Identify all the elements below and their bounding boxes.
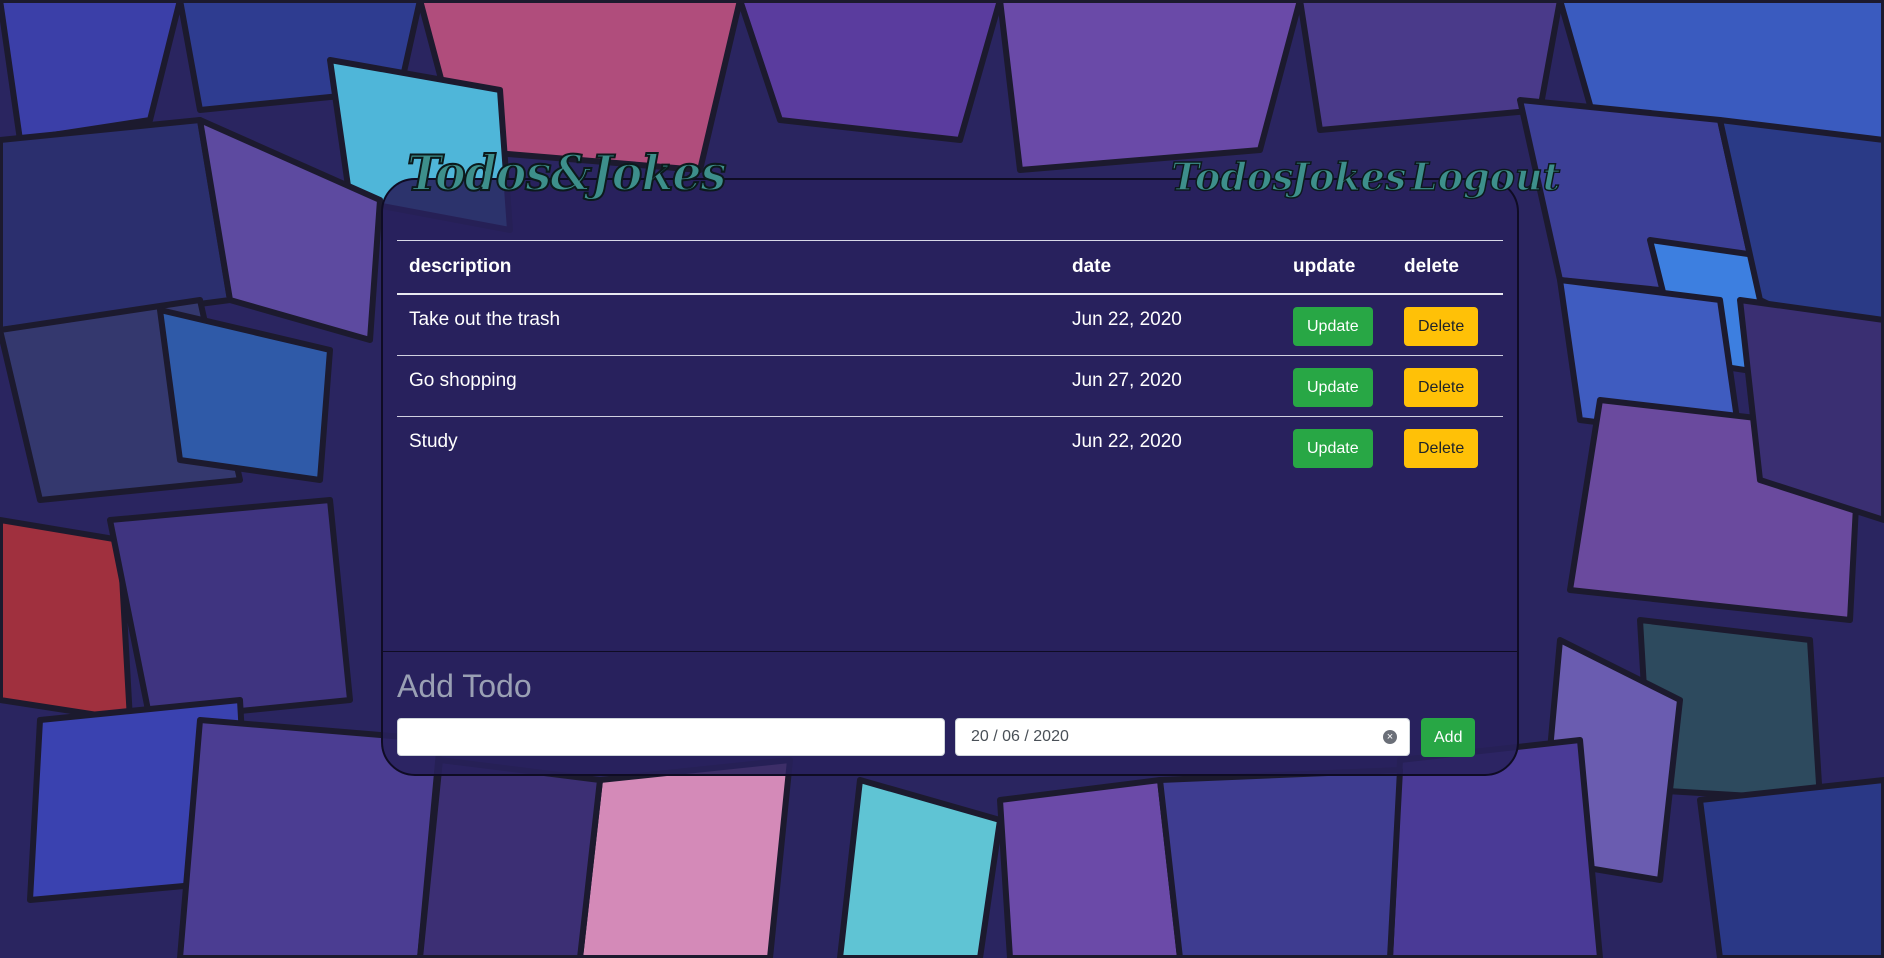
todo-date: Jun 22, 2020 (1060, 294, 1281, 356)
form-divider (383, 651, 1517, 652)
table-header-row: description date update delete (397, 240, 1503, 295)
column-header-description: description (397, 240, 1060, 295)
nav-jokes-link[interactable]: Jokes (1290, 157, 1407, 197)
nav-logout-link[interactable]: Logout (1410, 157, 1561, 197)
table-row: Study Jun 22, 2020 Update Delete (397, 416, 1503, 477)
table-row: Take out the trash Jun 22, 2020 Update D… (397, 294, 1503, 356)
delete-button[interactable]: Delete (1404, 367, 1479, 407)
todo-description: Go shopping (397, 355, 1060, 417)
clear-icon[interactable]: × (1383, 730, 1397, 744)
todo-description-input[interactable] (397, 718, 945, 756)
todo-date: Jun 22, 2020 (1072, 430, 1182, 452)
todos-table: description date update delete Take out … (397, 240, 1503, 477)
todo-date: Jun 27, 2020 (1060, 355, 1281, 417)
nav-todos-link[interactable]: Todos (1170, 157, 1294, 197)
table-row: Go shopping Jun 27, 2020 Update Delete (397, 355, 1503, 417)
date-value: 20 / 06 / 2020 (971, 728, 1069, 745)
update-button[interactable]: Update (1293, 367, 1373, 407)
brand-logo[interactable]: Todos&Jokes (406, 148, 727, 198)
column-header-update: update (1281, 240, 1392, 295)
column-header-delete: delete (1392, 240, 1503, 295)
todo-date-input[interactable]: 20 / 06 / 2020 × (955, 718, 1410, 756)
delete-button[interactable]: Delete (1404, 428, 1479, 468)
todo-description: Take out the trash (397, 294, 1060, 356)
add-todo-title: Add Todo (397, 668, 532, 704)
column-header-date: date (1060, 240, 1281, 295)
update-button[interactable]: Update (1293, 428, 1373, 468)
add-button[interactable]: Add (1421, 718, 1476, 757)
delete-button[interactable]: Delete (1404, 307, 1479, 346)
update-button[interactable]: Update (1293, 307, 1373, 346)
todo-description: Study (409, 430, 458, 452)
